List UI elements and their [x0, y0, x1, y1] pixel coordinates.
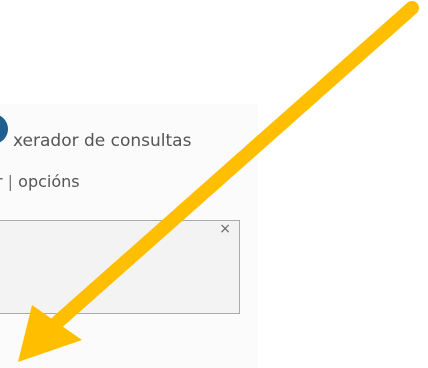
options-link[interactable]: opcións — [18, 172, 79, 191]
partial-link[interactable]: r — [0, 172, 3, 191]
query-box: × — [0, 220, 240, 314]
close-icon[interactable]: × — [219, 222, 231, 236]
screenshot-stage: xerador de consultas r | opcións × — [0, 0, 428, 368]
link-separator: | — [7, 172, 14, 191]
query-builder-title: xerador de consultas — [13, 131, 192, 151]
widget-links: r | opcións — [0, 172, 80, 191]
